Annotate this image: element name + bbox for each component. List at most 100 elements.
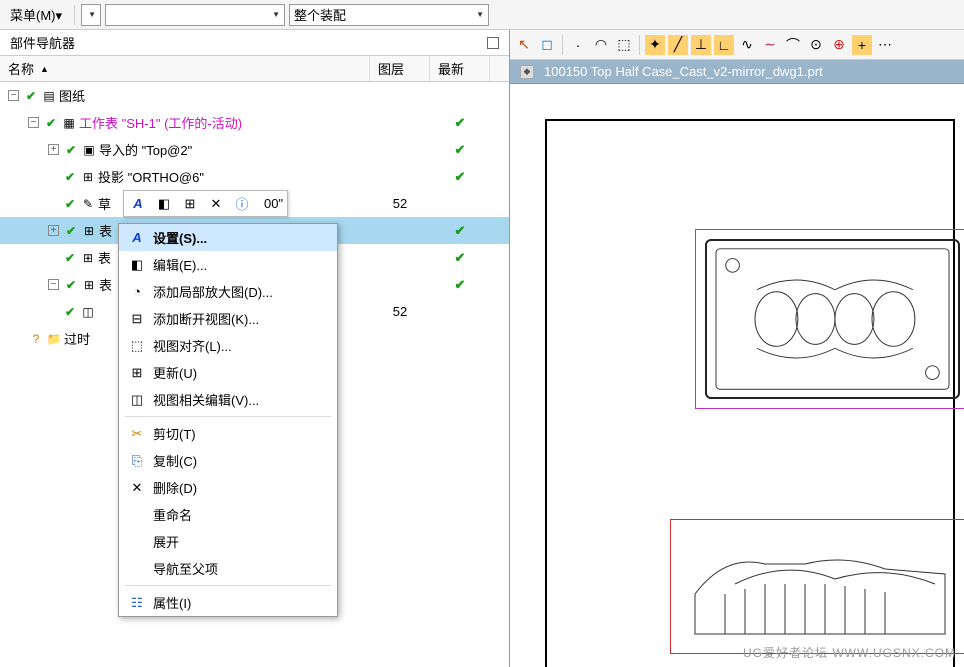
ctx-expand[interactable]: 展开	[119, 528, 337, 555]
collapse-icon[interactable]: −	[28, 117, 39, 128]
ctx-align[interactable]: ⬚视图对齐(L)...	[119, 332, 337, 359]
check-icon: ✔	[455, 142, 466, 158]
ctx-copy[interactable]: ⎘复制(C)	[119, 447, 337, 474]
copy-icon: ⎘	[127, 453, 147, 469]
check-icon: ✔	[43, 115, 59, 131]
document-tab[interactable]: ◆ 100150 Top Half Case_Cast_v2-mirror_dw…	[510, 60, 964, 84]
expand-icon[interactable]: +	[48, 144, 59, 155]
dropdown-2[interactable]: ▼	[105, 4, 285, 26]
tool-wave-icon[interactable]: ∿	[737, 35, 757, 55]
ctx-add-detail[interactable]: ◔添加局部放大图(D)...	[119, 278, 337, 305]
right-toolbar: ↖ ◻ · ◠ ⬚ ✦ ╱ ⊥ ∟ ∿ ∼ ⌒ ⊙ ⊕ + ⋯	[510, 30, 964, 60]
info-icon[interactable]: ⓘ	[232, 194, 252, 214]
expand-icon[interactable]: +	[48, 225, 59, 236]
ctx-rename[interactable]: 重命名	[119, 501, 337, 528]
tree-header: 名称▲ 图层 最新	[0, 56, 509, 82]
check-icon: ✔	[455, 169, 466, 185]
check-icon: ✔	[455, 115, 466, 131]
tab-title: 100150 Top Half Case_Cast_v2-mirror_dwg1…	[544, 64, 823, 79]
delete-icon: ✕	[127, 480, 147, 496]
check-icon: ✔	[62, 250, 78, 266]
col-name[interactable]: 名称▲	[0, 56, 370, 81]
tool-icon-2[interactable]: ⊞	[180, 194, 200, 214]
sketch-icon: ✎	[80, 196, 96, 212]
tab-gem-icon: ◆	[520, 65, 534, 79]
cut-icon: ✂	[127, 426, 147, 442]
separator	[74, 5, 75, 25]
tool-spline-icon[interactable]: ∼	[760, 35, 780, 55]
ctx-add-break[interactable]: ⊟添加断开视图(K)...	[119, 305, 337, 332]
tool-plus-icon[interactable]: +	[852, 35, 872, 55]
sort-asc-icon: ▲	[40, 64, 49, 74]
separator	[562, 35, 563, 55]
tool-perp-icon[interactable]: ⊥	[691, 35, 711, 55]
tree-body: −✔▤图纸 −✔▦工作表 "SH-1" (工作的-活动) ✔ +✔▣导入的 "T…	[0, 82, 509, 667]
check-icon: ✔	[63, 142, 79, 158]
menu-button[interactable]: 菜单(M)▾	[4, 3, 68, 26]
tool-arc-icon[interactable]: ⌒	[783, 35, 803, 55]
folder-icon: 📁	[46, 331, 62, 347]
tool-more-icon[interactable]: ⋯	[875, 35, 895, 55]
worksheet-icon: ▦	[61, 115, 77, 131]
collapse-icon[interactable]: −	[48, 279, 59, 290]
ctx-nav-parent[interactable]: 导航至父项	[119, 555, 337, 582]
tool-circle-icon[interactable]: ⊙	[806, 35, 826, 55]
tree-row-worksheet[interactable]: −✔▦工作表 "SH-1" (工作的-活动) ✔	[0, 109, 509, 136]
panel-header: 部件导航器	[0, 30, 509, 56]
tree-row-import[interactable]: +✔▣导入的 "Top@2" ✔	[0, 136, 509, 163]
ctx-update[interactable]: ⊞更新(U)	[119, 359, 337, 386]
tool-line-icon[interactable]: ╱	[668, 35, 688, 55]
drawing-canvas[interactable]: UG爱好者论坛 WWW.UGSNX.COM	[510, 84, 964, 667]
tool-box-icon[interactable]: ◻	[537, 35, 557, 55]
tool-icon[interactable]: ◧	[154, 194, 174, 214]
menu-separator	[125, 585, 331, 586]
tool-target-icon[interactable]: ⊕	[829, 35, 849, 55]
viewedit-icon: ◫	[127, 392, 147, 408]
col-latest[interactable]: 最新	[430, 56, 490, 81]
tree-row-projection[interactable]: ✔⊞投影 "ORTHO@6" ✔	[0, 163, 509, 190]
check-icon: ✔	[455, 223, 466, 239]
ctx-cut[interactable]: ✂剪切(T)	[119, 420, 337, 447]
tree-row-sketch[interactable]: ✔✎草 52 A ◧ ⊞ ✕ ⓘ 00"	[0, 190, 509, 217]
check-icon: ✔	[63, 277, 79, 293]
edit-icon: ◧	[127, 257, 147, 273]
align-icon: ⬚	[127, 338, 147, 354]
ctx-view-edit[interactable]: ◫视图相关编辑(V)...	[119, 386, 337, 413]
tool-angle-icon[interactable]: ∟	[714, 35, 734, 55]
watermark: UG爱好者论坛 WWW.UGSNX.COM	[743, 644, 956, 661]
check-icon: ✔	[62, 169, 78, 185]
top-toolbar: 菜单(M)▾ ▼ ▼ 整个装配▼	[0, 0, 964, 30]
mini-toolbar: A ◧ ⊞ ✕ ⓘ 00"	[123, 190, 288, 217]
menu-separator	[125, 416, 331, 417]
tool-snap-icon[interactable]: ✦	[645, 35, 665, 55]
tool-rect-icon[interactable]: ⬚	[614, 35, 634, 55]
props-icon: ☷	[127, 595, 147, 611]
detail-icon: ◔	[127, 284, 147, 299]
update-icon: ⊞	[127, 365, 147, 381]
delete-icon[interactable]: ✕	[206, 194, 226, 214]
ctx-settings[interactable]: A设置(S)...	[119, 224, 337, 251]
table-icon: ⊞	[81, 223, 97, 239]
panel-collapse-icon[interactable]	[487, 37, 499, 49]
ctx-delete[interactable]: ✕删除(D)	[119, 474, 337, 501]
break-icon: ⊟	[127, 311, 147, 327]
collapse-icon[interactable]: −	[8, 90, 19, 101]
check-icon: ✔	[455, 250, 466, 266]
dropdown-assembly[interactable]: 整个装配▼	[289, 4, 489, 26]
tree-row-drawing[interactable]: −✔▤图纸	[0, 82, 509, 109]
dropdown-1[interactable]: ▼	[81, 4, 101, 26]
ctx-properties[interactable]: ☷属性(I)	[119, 589, 337, 616]
mechanical-drawing-1	[705, 239, 960, 399]
table-icon: ⊞	[80, 250, 96, 266]
style-icon[interactable]: A	[128, 194, 148, 214]
col-layer[interactable]: 图层	[370, 56, 430, 81]
tool-lasso-icon[interactable]: ◠	[591, 35, 611, 55]
navigator-panel: 部件导航器 名称▲ 图层 最新 −✔▤图纸 −✔▦工作表 "SH-1" (工作的…	[0, 30, 510, 667]
tool-point-icon[interactable]: ·	[568, 35, 588, 55]
item-icon: ◫	[80, 304, 96, 320]
sheet-icon: ▤	[41, 88, 57, 104]
check-icon: ✔	[455, 277, 466, 293]
table-icon: ⊞	[81, 277, 97, 293]
tool-select-icon[interactable]: ↖	[514, 35, 534, 55]
ctx-edit[interactable]: ◧编辑(E)...	[119, 251, 337, 278]
